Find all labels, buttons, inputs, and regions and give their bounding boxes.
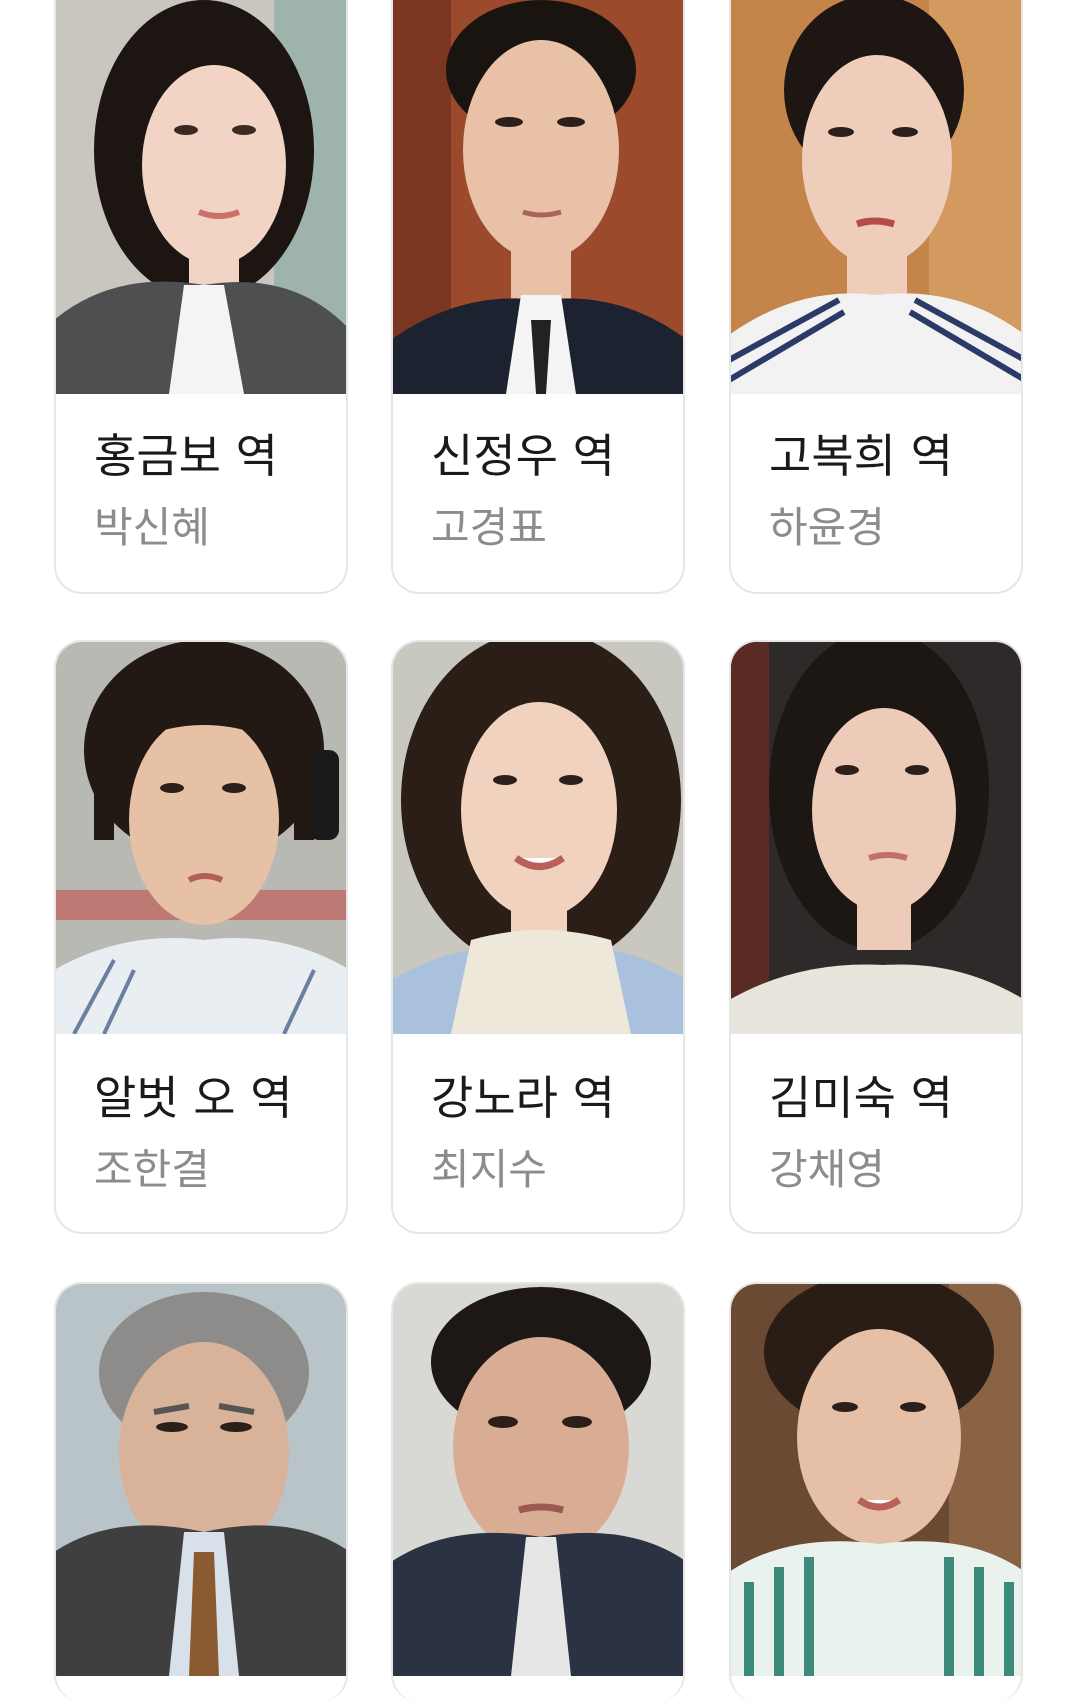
- actor-name: 하윤경: [769, 503, 885, 552]
- cast-card[interactable]: 강노라 역 최지수: [391, 640, 685, 1234]
- cast-card[interactable]: [391, 1282, 685, 1702]
- cast-photo: [56, 642, 346, 1034]
- cast-photo: [731, 0, 1021, 394]
- role-name: 홍금보 역: [94, 429, 278, 483]
- cast-card[interactable]: [729, 1282, 1023, 1702]
- cast-card[interactable]: 홍금보 역 박신혜: [54, 0, 348, 594]
- role-name: 알벗 오 역: [94, 1071, 293, 1125]
- cast-photo: [56, 0, 346, 394]
- role-name: 김미숙 역: [769, 1071, 953, 1125]
- cast-card[interactable]: 김미숙 역 강채영: [729, 640, 1023, 1234]
- cast-card[interactable]: 알벗 오 역 조한결: [54, 640, 348, 1234]
- actor-name: 고경표: [431, 503, 547, 552]
- cast-photo: [731, 642, 1021, 1034]
- cast-photo: [56, 1284, 346, 1676]
- actor-name: 조한결: [94, 1145, 210, 1194]
- actor-name: 박신혜: [94, 503, 210, 552]
- cast-photo: [393, 642, 683, 1034]
- cast-card[interactable]: 고복희 역 하윤경: [729, 0, 1023, 594]
- cast-card[interactable]: 신정우 역 고경표: [391, 0, 685, 594]
- cast-photo: [731, 1284, 1021, 1676]
- role-name: 신정우 역: [431, 429, 615, 483]
- actor-name: 강채영: [769, 1145, 885, 1194]
- cast-card[interactable]: [54, 1282, 348, 1702]
- role-name: 강노라 역: [431, 1071, 615, 1125]
- cast-grid: 홍금보 역 박신혜 신정우 역 고경표 고복희 역 하윤경 알벗 오 역 조한결…: [0, 0, 1080, 1702]
- cast-photo: [393, 1284, 683, 1676]
- cast-photo: [393, 0, 683, 394]
- role-name: 고복희 역: [769, 429, 953, 483]
- actor-name: 최지수: [431, 1145, 547, 1194]
